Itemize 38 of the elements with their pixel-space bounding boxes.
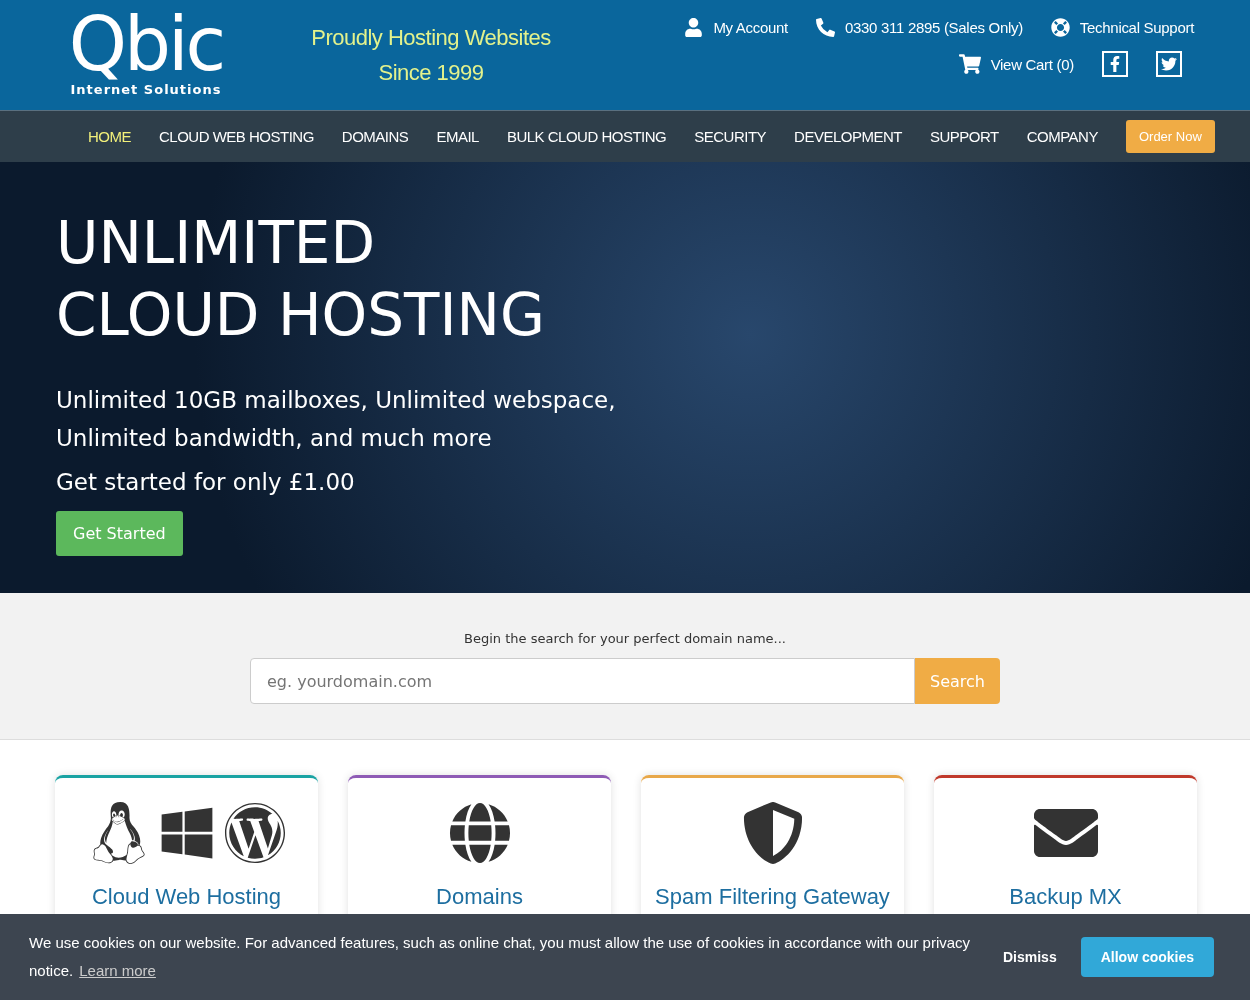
- nav-item[interactable]: SECURITY: [694, 128, 767, 145]
- hero-offer: Get started for only £1.00: [56, 469, 355, 495]
- learn-more-link[interactable]: Learn more: [79, 962, 156, 979]
- phone-icon: [815, 18, 835, 37]
- nav-item[interactable]: SUPPORT: [929, 128, 999, 145]
- nav-item[interactable]: DEVELOPMENT: [794, 128, 902, 145]
- cart-link[interactable]: View Cart (0): [958, 53, 1074, 75]
- card-title[interactable]: Domains: [436, 884, 523, 910]
- cart-icon: [958, 53, 981, 75]
- hero-subtitle: Unlimited 10GB mailboxes, Unlimited webspace, Unlimited bandwidth, and much more: [56, 386, 616, 453]
- dismiss-button[interactable]: Dismiss: [999, 939, 1061, 975]
- globe-icon: [448, 802, 511, 864]
- nav-item[interactable]: DOMAINS: [341, 128, 409, 145]
- domain-search-field[interactable]: eg. yourdomain.com: [250, 658, 915, 704]
- nav-item[interactable]: EMAIL: [436, 128, 479, 145]
- nav-item[interactable]: BULK CLOUD HOSTING: [506, 128, 667, 145]
- lifebuoy-icon: [1050, 18, 1070, 37]
- header-link[interactable]: My Account: [684, 18, 788, 37]
- nav-item[interactable]: COMPANY: [1026, 128, 1098, 145]
- shield-icon: [741, 802, 804, 864]
- search-prompt: Begin the search for your perfect domain name...: [464, 631, 786, 646]
- bird-icon: [1161, 56, 1177, 72]
- card-title[interactable]: Spam Filtering Gateway: [655, 884, 890, 910]
- user-icon: [684, 18, 704, 37]
- card-title[interactable]: Cloud Web Hosting: [91, 884, 282, 910]
- cookie-message: We use cookies on our website. For advanced features, such as online chat, you must allow the use of cookies in accordance with our privacy notice. Learn more: [29, 933, 972, 981]
- logo-wordmark[interactable]: Qbic: [68, 4, 224, 84]
- twitter-button[interactable]: [1156, 51, 1182, 77]
- nav-item[interactable]: HOME: [88, 128, 131, 145]
- wordpress-icon: [223, 802, 286, 864]
- slogan: Proudly Hosting Websites Since 1999: [310, 24, 552, 87]
- nav-item[interactable]: CLOUD WEB HOSTING: [159, 128, 314, 145]
- hero-title: UNLIMITED CLOUD HOSTING: [56, 208, 545, 351]
- card-title[interactable]: Backup MX: [1009, 884, 1122, 910]
- header-link[interactable]: 0330 311 2895 (Sales Only): [815, 18, 1023, 37]
- logo-tagline: Internet Solutions: [70, 82, 222, 97]
- header-link[interactable]: Technical Support: [1050, 18, 1194, 37]
- facebook-button[interactable]: [1102, 51, 1128, 77]
